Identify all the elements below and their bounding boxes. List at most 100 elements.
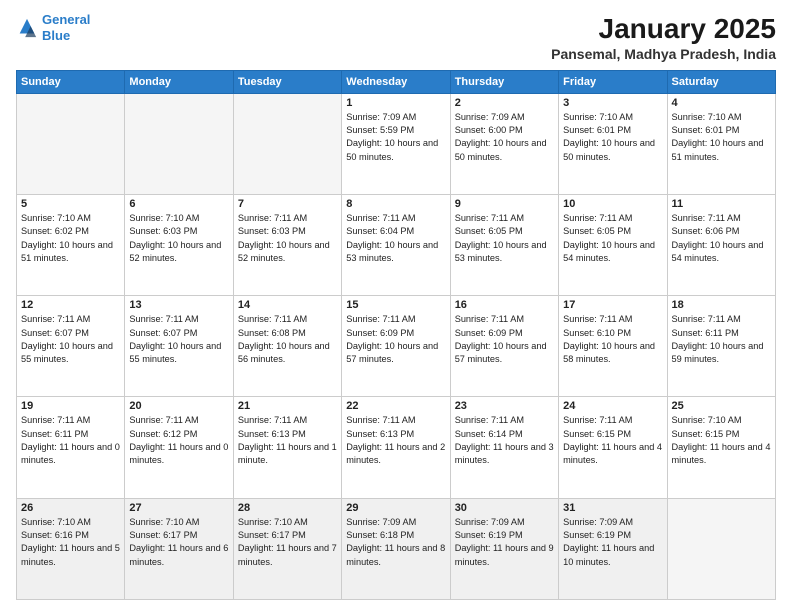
calendar-cell: 3 Sunrise: 7:10 AMSunset: 6:01 PMDayligh… xyxy=(559,93,667,194)
calendar-cell: 4 Sunrise: 7:10 AMSunset: 6:01 PMDayligh… xyxy=(667,93,775,194)
day-number: 25 xyxy=(672,400,771,412)
day-info: Sunrise: 7:10 AMSunset: 6:17 PMDaylight:… xyxy=(129,516,228,569)
calendar-cell: 17 Sunrise: 7:11 AMSunset: 6:10 PMDaylig… xyxy=(559,296,667,397)
day-info: Sunrise: 7:11 AMSunset: 6:07 PMDaylight:… xyxy=(21,313,120,366)
day-number: 4 xyxy=(672,97,771,109)
calendar-week-5: 26 Sunrise: 7:10 AMSunset: 6:16 PMDaylig… xyxy=(17,498,776,599)
day-number: 17 xyxy=(563,299,662,311)
calendar-cell: 14 Sunrise: 7:11 AMSunset: 6:08 PMDaylig… xyxy=(233,296,341,397)
day-info: Sunrise: 7:11 AMSunset: 6:15 PMDaylight:… xyxy=(563,414,662,467)
day-info: Sunrise: 7:11 AMSunset: 6:04 PMDaylight:… xyxy=(346,212,445,265)
logo-line2: Blue xyxy=(42,28,70,43)
calendar-cell: 23 Sunrise: 7:11 AMSunset: 6:14 PMDaylig… xyxy=(450,397,558,498)
day-info: Sunrise: 7:10 AMSunset: 6:15 PMDaylight:… xyxy=(672,414,771,467)
day-number: 11 xyxy=(672,198,771,210)
day-info: Sunrise: 7:10 AMSunset: 6:17 PMDaylight:… xyxy=(238,516,337,569)
day-number: 6 xyxy=(129,198,228,210)
day-number: 15 xyxy=(346,299,445,311)
calendar-cell: 21 Sunrise: 7:11 AMSunset: 6:13 PMDaylig… xyxy=(233,397,341,498)
day-info: Sunrise: 7:10 AMSunset: 6:01 PMDaylight:… xyxy=(563,111,662,164)
logo-icon xyxy=(16,17,38,39)
day-number: 27 xyxy=(129,502,228,514)
col-tuesday: Tuesday xyxy=(233,70,341,93)
day-info: Sunrise: 7:11 AMSunset: 6:10 PMDaylight:… xyxy=(563,313,662,366)
day-number: 26 xyxy=(21,502,120,514)
calendar-cell xyxy=(125,93,233,194)
day-info: Sunrise: 7:09 AMSunset: 6:18 PMDaylight:… xyxy=(346,516,445,569)
day-info: Sunrise: 7:09 AMSunset: 5:59 PMDaylight:… xyxy=(346,111,445,164)
day-info: Sunrise: 7:09 AMSunset: 6:19 PMDaylight:… xyxy=(455,516,554,569)
day-info: Sunrise: 7:10 AMSunset: 6:16 PMDaylight:… xyxy=(21,516,120,569)
day-number: 31 xyxy=(563,502,662,514)
calendar-cell: 28 Sunrise: 7:10 AMSunset: 6:17 PMDaylig… xyxy=(233,498,341,599)
day-number: 22 xyxy=(346,400,445,412)
day-info: Sunrise: 7:09 AMSunset: 6:00 PMDaylight:… xyxy=(455,111,554,164)
day-number: 1 xyxy=(346,97,445,109)
day-info: Sunrise: 7:11 AMSunset: 6:09 PMDaylight:… xyxy=(455,313,554,366)
title-area: January 2025 Pansemal, Madhya Pradesh, I… xyxy=(551,12,776,62)
calendar-week-4: 19 Sunrise: 7:11 AMSunset: 6:11 PMDaylig… xyxy=(17,397,776,498)
calendar-cell: 6 Sunrise: 7:10 AMSunset: 6:03 PMDayligh… xyxy=(125,194,233,295)
day-info: Sunrise: 7:11 AMSunset: 6:12 PMDaylight:… xyxy=(129,414,228,467)
day-info: Sunrise: 7:11 AMSunset: 6:05 PMDaylight:… xyxy=(455,212,554,265)
calendar-cell: 25 Sunrise: 7:10 AMSunset: 6:15 PMDaylig… xyxy=(667,397,775,498)
page: General Blue January 2025 Pansemal, Madh… xyxy=(0,0,792,612)
day-info: Sunrise: 7:11 AMSunset: 6:08 PMDaylight:… xyxy=(238,313,337,366)
header: General Blue January 2025 Pansemal, Madh… xyxy=(16,12,776,62)
calendar-cell: 18 Sunrise: 7:11 AMSunset: 6:11 PMDaylig… xyxy=(667,296,775,397)
col-sunday: Sunday xyxy=(17,70,125,93)
day-info: Sunrise: 7:10 AMSunset: 6:02 PMDaylight:… xyxy=(21,212,120,265)
calendar-cell xyxy=(667,498,775,599)
day-number: 3 xyxy=(563,97,662,109)
day-number: 5 xyxy=(21,198,120,210)
col-saturday: Saturday xyxy=(667,70,775,93)
calendar-cell: 13 Sunrise: 7:11 AMSunset: 6:07 PMDaylig… xyxy=(125,296,233,397)
calendar-cell: 2 Sunrise: 7:09 AMSunset: 6:00 PMDayligh… xyxy=(450,93,558,194)
calendar-cell: 11 Sunrise: 7:11 AMSunset: 6:06 PMDaylig… xyxy=(667,194,775,295)
day-info: Sunrise: 7:11 AMSunset: 6:11 PMDaylight:… xyxy=(672,313,771,366)
calendar-cell: 22 Sunrise: 7:11 AMSunset: 6:13 PMDaylig… xyxy=(342,397,450,498)
calendar-cell: 26 Sunrise: 7:10 AMSunset: 6:16 PMDaylig… xyxy=(17,498,125,599)
day-info: Sunrise: 7:11 AMSunset: 6:07 PMDaylight:… xyxy=(129,313,228,366)
day-number: 2 xyxy=(455,97,554,109)
calendar-cell: 8 Sunrise: 7:11 AMSunset: 6:04 PMDayligh… xyxy=(342,194,450,295)
day-number: 28 xyxy=(238,502,337,514)
day-info: Sunrise: 7:11 AMSunset: 6:05 PMDaylight:… xyxy=(563,212,662,265)
calendar-week-3: 12 Sunrise: 7:11 AMSunset: 6:07 PMDaylig… xyxy=(17,296,776,397)
day-info: Sunrise: 7:11 AMSunset: 6:06 PMDaylight:… xyxy=(672,212,771,265)
day-number: 20 xyxy=(129,400,228,412)
day-number: 10 xyxy=(563,198,662,210)
calendar-cell: 19 Sunrise: 7:11 AMSunset: 6:11 PMDaylig… xyxy=(17,397,125,498)
day-number: 30 xyxy=(455,502,554,514)
day-info: Sunrise: 7:11 AMSunset: 6:14 PMDaylight:… xyxy=(455,414,554,467)
calendar-week-2: 5 Sunrise: 7:10 AMSunset: 6:02 PMDayligh… xyxy=(17,194,776,295)
day-number: 9 xyxy=(455,198,554,210)
day-info: Sunrise: 7:11 AMSunset: 6:13 PMDaylight:… xyxy=(238,414,337,467)
calendar-cell: 7 Sunrise: 7:11 AMSunset: 6:03 PMDayligh… xyxy=(233,194,341,295)
day-number: 24 xyxy=(563,400,662,412)
calendar-cell: 24 Sunrise: 7:11 AMSunset: 6:15 PMDaylig… xyxy=(559,397,667,498)
location: Pansemal, Madhya Pradesh, India xyxy=(551,46,776,62)
calendar-cell: 29 Sunrise: 7:09 AMSunset: 6:18 PMDaylig… xyxy=(342,498,450,599)
day-info: Sunrise: 7:10 AMSunset: 6:03 PMDaylight:… xyxy=(129,212,228,265)
day-info: Sunrise: 7:09 AMSunset: 6:19 PMDaylight:… xyxy=(563,516,662,569)
calendar-cell: 12 Sunrise: 7:11 AMSunset: 6:07 PMDaylig… xyxy=(17,296,125,397)
day-number: 14 xyxy=(238,299,337,311)
day-info: Sunrise: 7:11 AMSunset: 6:03 PMDaylight:… xyxy=(238,212,337,265)
calendar-week-1: 1 Sunrise: 7:09 AMSunset: 5:59 PMDayligh… xyxy=(17,93,776,194)
calendar-cell: 31 Sunrise: 7:09 AMSunset: 6:19 PMDaylig… xyxy=(559,498,667,599)
logo: General Blue xyxy=(16,12,90,43)
day-info: Sunrise: 7:11 AMSunset: 6:11 PMDaylight:… xyxy=(21,414,120,467)
calendar-table: Sunday Monday Tuesday Wednesday Thursday… xyxy=(16,70,776,600)
day-info: Sunrise: 7:11 AMSunset: 6:09 PMDaylight:… xyxy=(346,313,445,366)
logo-line1: General xyxy=(42,12,90,27)
col-friday: Friday xyxy=(559,70,667,93)
day-number: 23 xyxy=(455,400,554,412)
day-number: 18 xyxy=(672,299,771,311)
day-info: Sunrise: 7:11 AMSunset: 6:13 PMDaylight:… xyxy=(346,414,445,467)
day-number: 13 xyxy=(129,299,228,311)
col-wednesday: Wednesday xyxy=(342,70,450,93)
day-number: 16 xyxy=(455,299,554,311)
calendar-cell: 1 Sunrise: 7:09 AMSunset: 5:59 PMDayligh… xyxy=(342,93,450,194)
logo-text: General Blue xyxy=(42,12,90,43)
